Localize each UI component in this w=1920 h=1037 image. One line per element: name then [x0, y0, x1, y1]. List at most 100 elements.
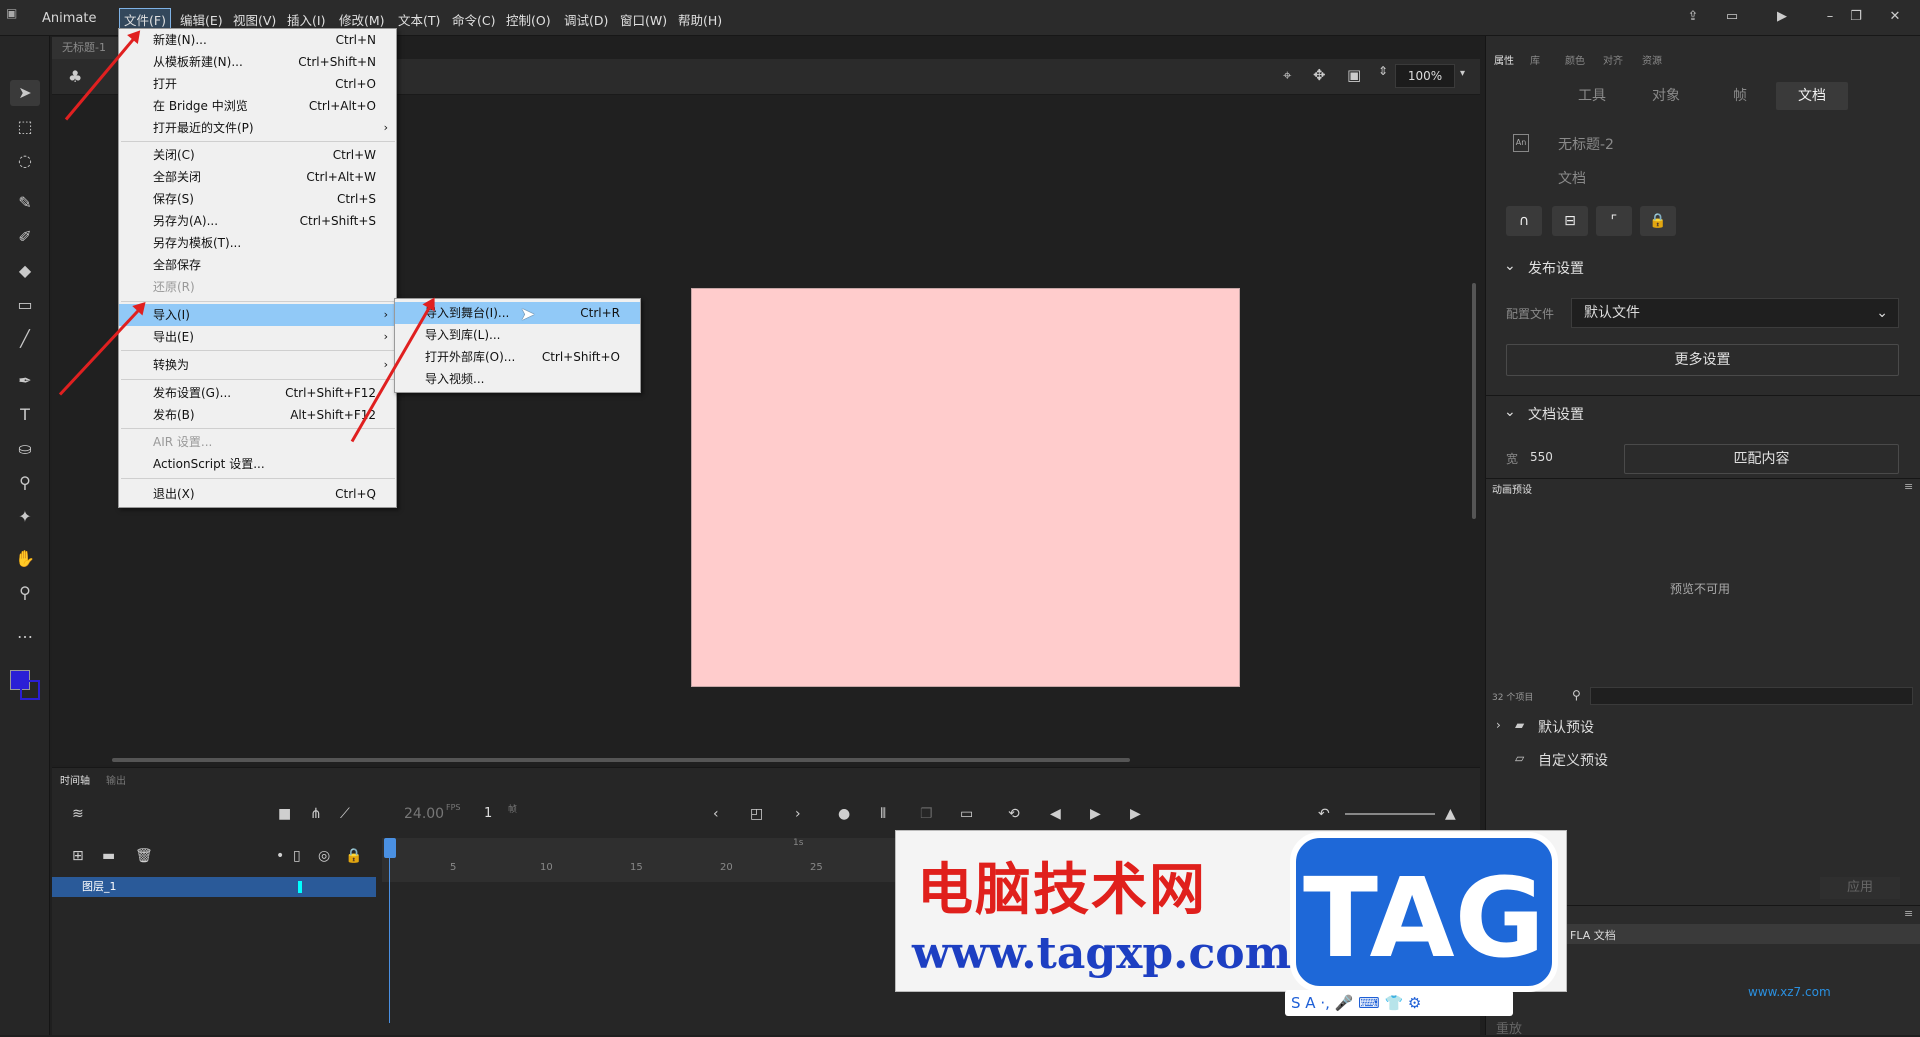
free-transform-icon[interactable]: ⬚ — [10, 114, 40, 140]
menu-item-open-recent[interactable]: 打开最近的文件(P) › — [119, 117, 396, 139]
submenu-import-video[interactable]: 导入视频... — [395, 368, 640, 390]
eyedropper-icon[interactable]: ⚲ — [10, 470, 40, 496]
camera-icon[interactable]: ■ — [278, 806, 291, 822]
more-settings-button[interactable]: 更多设置 — [1506, 344, 1899, 376]
menu-item-revert[interactable]: 还原(R) — [119, 276, 396, 298]
zoom-dropdown-icon[interactable]: ▾ — [1460, 68, 1465, 79]
delete-layer-icon[interactable]: 🗑 — [135, 848, 153, 864]
menu-item-publish[interactable]: 发布(B) Alt+Shift+F12 — [119, 404, 396, 426]
tab-output[interactable]: 输出 — [106, 772, 126, 787]
menu-debug[interactable]: 调试(D) — [560, 9, 612, 30]
tab-library[interactable]: 库 — [1530, 52, 1540, 67]
doc-settings-header[interactable]: 文档设置 — [1528, 404, 1584, 424]
playhead[interactable] — [384, 838, 396, 858]
menu-item-export[interactable]: 导出(E) › — [119, 326, 396, 348]
restore-icon[interactable]: ❐ — [1846, 7, 1866, 27]
replay-label[interactable]: 重放 — [1496, 1018, 1522, 1037]
preset-folder-custom[interactable]: 自定义预设 — [1538, 750, 1608, 770]
tween-icon[interactable]: ▭ — [960, 806, 973, 822]
submenu-open-external-library[interactable]: 打开外部库(O)... Ctrl+Shift+O — [395, 346, 640, 368]
align-to-stage-icon[interactable]: ⊟ — [1552, 206, 1588, 236]
menu-item-open[interactable]: 打开 Ctrl+O — [119, 73, 396, 95]
menu-modify[interactable]: 修改(M) — [335, 9, 389, 30]
edit-multiple-icon[interactable]: ⦀ — [880, 806, 886, 822]
graph-icon[interactable]: ⟋ — [340, 806, 350, 822]
profile-dropdown[interactable]: 默认文件 ⌄ — [1571, 298, 1899, 328]
selection-tool-icon[interactable]: ➤ — [10, 80, 40, 106]
menu-window[interactable]: 窗口(W) — [616, 9, 671, 30]
menu-item-exit[interactable]: 退出(X) Ctrl+Q — [119, 483, 396, 505]
expand-chevron-icon[interactable]: › — [1496, 718, 1501, 732]
zoom-icon[interactable]: ⚲ — [10, 580, 40, 606]
submenu-import-to-library[interactable]: 导入到库(L)... — [395, 324, 640, 346]
panel-menu-icon[interactable]: ≡ — [1904, 907, 1913, 920]
rotate-stage-icon[interactable]: ✥ — [1313, 66, 1326, 84]
clip-icon[interactable]: ▣ — [1347, 66, 1361, 84]
stage-canvas[interactable] — [691, 288, 1240, 687]
layer-parent-icon[interactable]: ⋔ — [310, 806, 322, 822]
rectangle-icon[interactable]: ▭ — [10, 292, 40, 318]
onion-skin-icon[interactable]: ● — [838, 806, 850, 822]
match-content-button[interactable]: 匹配内容 — [1624, 444, 1899, 474]
frame-zoom-slider[interactable] — [1345, 813, 1435, 815]
menu-view[interactable]: 视图(V) — [229, 9, 280, 30]
tab-assets[interactable]: 资源 — [1642, 52, 1662, 67]
menu-item-convert[interactable]: 转换为 › — [119, 354, 396, 376]
tab-timeline[interactable]: 时间轴 — [60, 772, 90, 787]
menu-text[interactable]: 文本(T) — [394, 9, 444, 30]
more-tools-icon[interactable]: … — [10, 620, 40, 646]
current-frame[interactable]: 1 — [484, 806, 492, 821]
new-folder-icon[interactable]: ▬ — [102, 848, 115, 864]
layer-row[interactable]: 图层_1 — [52, 877, 376, 897]
hand-icon[interactable]: ✋ — [10, 546, 40, 572]
lock-panel-icon[interactable]: 🔒 — [1640, 206, 1676, 236]
step-back-icon[interactable]: ◀ — [1050, 806, 1061, 822]
lasso-icon[interactable]: ◌ — [10, 148, 40, 174]
doc-settings-chevron-icon[interactable]: ⌄ — [1504, 404, 1516, 420]
subtab-object[interactable]: 对象 — [1630, 82, 1702, 110]
scene-icon[interactable]: ♣ — [68, 67, 82, 86]
apply-button[interactable]: 应用 — [1820, 877, 1900, 899]
lock-icon[interactable]: 🔒 — [345, 848, 362, 864]
tab-color[interactable]: 颜色 — [1565, 52, 1585, 67]
tab-properties[interactable]: 属性 — [1494, 52, 1514, 67]
pin-icon[interactable]: ✦ — [10, 504, 40, 530]
menu-item-save-as[interactable]: 另存为(A)... Ctrl+Shift+S — [119, 210, 396, 232]
paste-frames-icon[interactable]: ❐ — [920, 806, 933, 822]
tab-align[interactable]: 对齐 — [1603, 52, 1623, 67]
publish-settings-header[interactable]: 发布设置 — [1528, 258, 1584, 278]
ime-toolbar[interactable]: S A ·, 🎤 ⌨ 👕 ⚙ — [1285, 990, 1513, 1016]
test-movie-icon[interactable]: ▶ — [1772, 7, 1792, 27]
panel-menu-icon[interactable]: ≡ — [1904, 480, 1913, 493]
workspace-icon[interactable]: ▭ — [1722, 7, 1742, 27]
new-layer-icon[interactable]: ⊞ — [72, 848, 84, 864]
pen-icon[interactable]: ✒ — [10, 368, 40, 394]
vertical-scrollbar[interactable] — [1472, 283, 1476, 519]
stroke-color-swatch[interactable] — [20, 680, 40, 700]
menu-item-actionscript-settings[interactable]: ActionScript 设置... — [119, 453, 396, 475]
pencil-icon[interactable]: ✎ — [10, 190, 40, 216]
text-tool-icon[interactable]: T — [10, 402, 40, 428]
menu-item-new[interactable]: 新建(N)... Ctrl+N — [119, 29, 396, 51]
next-keyframe-icon[interactable]: › — [795, 806, 801, 822]
menu-item-save[interactable]: 保存(S) Ctrl+S — [119, 188, 396, 210]
publish-settings-chevron-icon[interactable]: ⌄ — [1504, 258, 1516, 274]
center-stage-icon[interactable]: ⌖ — [1283, 66, 1291, 84]
play-icon[interactable]: ▶ — [1090, 806, 1101, 822]
eraser-icon[interactable]: ◆ — [10, 258, 40, 284]
menu-commands[interactable]: 命令(C) — [448, 9, 499, 30]
outline-icon[interactable]: ▯ — [293, 848, 301, 864]
paint-bucket-icon[interactable]: ⛀ — [10, 436, 40, 462]
subtab-frame[interactable]: 帧 — [1704, 82, 1776, 110]
minimize-icon[interactable]: – — [1820, 7, 1840, 27]
menu-item-import[interactable]: 导入(I) › — [119, 304, 396, 326]
menu-item-new-from-template[interactable]: 从模板新建(N)... Ctrl+Shift+N — [119, 51, 396, 73]
zoom-stepper-icon[interactable]: ⇕ — [1378, 64, 1388, 78]
undo-zoom-icon[interactable]: ↶ — [1318, 806, 1330, 822]
width-value[interactable]: 550 — [1530, 450, 1553, 464]
zoom-input[interactable]: 100% — [1395, 64, 1455, 88]
insert-keyframe-icon[interactable]: ◰ — [750, 806, 763, 822]
snap-icon[interactable]: ∩ — [1506, 206, 1542, 236]
layers-icon[interactable]: ≋ — [72, 806, 84, 822]
visibility-icon[interactable]: ◎ — [318, 848, 330, 864]
